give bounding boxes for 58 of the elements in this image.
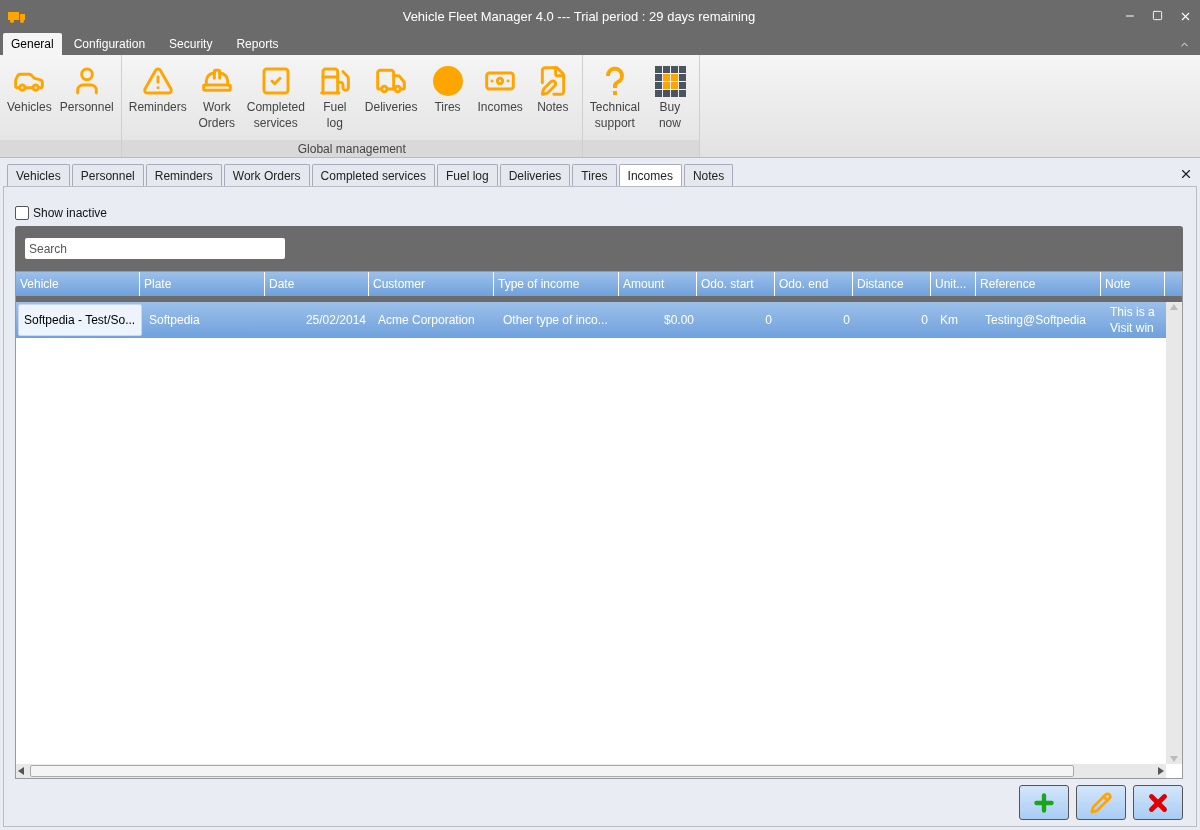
horizontal-scrollbar[interactable] bbox=[16, 764, 1166, 778]
ribbon-button[interactable]: Technical support bbox=[585, 63, 644, 140]
ribbon-button[interactable]: Deliveries bbox=[360, 63, 422, 140]
truck-icon bbox=[8, 10, 26, 23]
document-tab[interactable]: Personnel bbox=[71, 164, 144, 186]
ribbon-button[interactable]: Completed services bbox=[242, 63, 309, 140]
checkbox[interactable] bbox=[15, 206, 29, 220]
table-cell-text: Other type of inco... bbox=[502, 312, 609, 329]
document-tab[interactable]: Fuel log bbox=[436, 164, 498, 186]
table-cell-text: 25/02/2014 bbox=[304, 312, 367, 329]
menu-tab[interactable]: General bbox=[3, 33, 62, 55]
circle-icon bbox=[431, 65, 464, 97]
ribbon-button[interactable]: Vehicles bbox=[3, 63, 56, 140]
document-tab[interactable]: Tires bbox=[572, 164, 617, 186]
ribbon-button[interactable]: Notes bbox=[526, 63, 579, 140]
search-field[interactable]: Search bbox=[25, 238, 285, 259]
table-cell-text: 0 bbox=[842, 312, 851, 329]
close-icon[interactable] bbox=[1179, 167, 1193, 181]
scroll-right-icon[interactable] bbox=[1158, 767, 1164, 775]
ribbon-button[interactable]: Tires bbox=[421, 63, 474, 140]
fuel-pump-icon bbox=[318, 65, 351, 97]
add-button[interactable] bbox=[1019, 785, 1069, 820]
menu-tab[interactable]: Reports bbox=[224, 33, 291, 55]
table-cell-text: Km bbox=[939, 312, 959, 329]
menu-tab[interactable]: Security bbox=[157, 33, 225, 55]
document-tab[interactable]: Completed services bbox=[311, 164, 435, 186]
table-cell-text: This is a Visit win bbox=[1109, 304, 1156, 337]
document-tab[interactable]: Deliveries bbox=[499, 164, 571, 186]
table-cell-text: Acme Corporation bbox=[377, 312, 476, 329]
scroll-left-icon[interactable] bbox=[18, 767, 24, 775]
delete-button[interactable] bbox=[1133, 785, 1183, 820]
document-tab[interactable]: Notes bbox=[683, 164, 734, 186]
table-row[interactable]: Softpedia - Test/So... Softpedia 25/02/2014 Acme Corporation Other type of inco... $0.00 0 0 0 Km Testing@Softpedia This is a Visit win bbox=[16, 302, 1166, 338]
checkbox-label: Show inactive bbox=[33, 205, 108, 222]
group-label: Global management bbox=[297, 140, 406, 158]
document-tab[interactable]: Vehicles bbox=[7, 164, 70, 186]
pencil-icon bbox=[1090, 791, 1112, 814]
document-tab[interactable]: Incomes bbox=[618, 164, 682, 186]
table-cell-text: 0 bbox=[920, 312, 929, 329]
table-cell-text: 0 bbox=[764, 312, 773, 329]
ribbon-button[interactable]: Reminders bbox=[124, 63, 191, 140]
document-tab[interactable]: Reminders bbox=[145, 164, 222, 186]
menu-tab[interactable]: Configuration bbox=[61, 33, 158, 55]
maximize-icon[interactable] bbox=[1152, 10, 1163, 21]
ribbon-button[interactable]: Buy now bbox=[643, 63, 696, 140]
ribbon-button[interactable]: Work Orders bbox=[190, 63, 243, 140]
table-cell: Softpedia - Test/So... bbox=[18, 304, 142, 336]
grid-icon bbox=[652, 64, 687, 98]
ribbon-button[interactable]: Personnel bbox=[55, 63, 118, 140]
ribbon-button[interactable]: Incomes bbox=[473, 63, 527, 140]
table-cell-text: Testing@Softpedia bbox=[984, 312, 1087, 329]
edit-button[interactable] bbox=[1076, 785, 1126, 820]
document-tab[interactable]: Work Orders bbox=[223, 164, 310, 186]
warning-icon bbox=[141, 65, 174, 97]
table-cell-text: $0.00 bbox=[662, 312, 695, 329]
window-title: Vehicle Fleet Manager 4.0 --- Trial period : 29 days remaining bbox=[401, 7, 757, 26]
table-cell-text: Softpedia bbox=[148, 312, 201, 329]
ribbon-button[interactable]: Fuel log bbox=[308, 63, 361, 140]
